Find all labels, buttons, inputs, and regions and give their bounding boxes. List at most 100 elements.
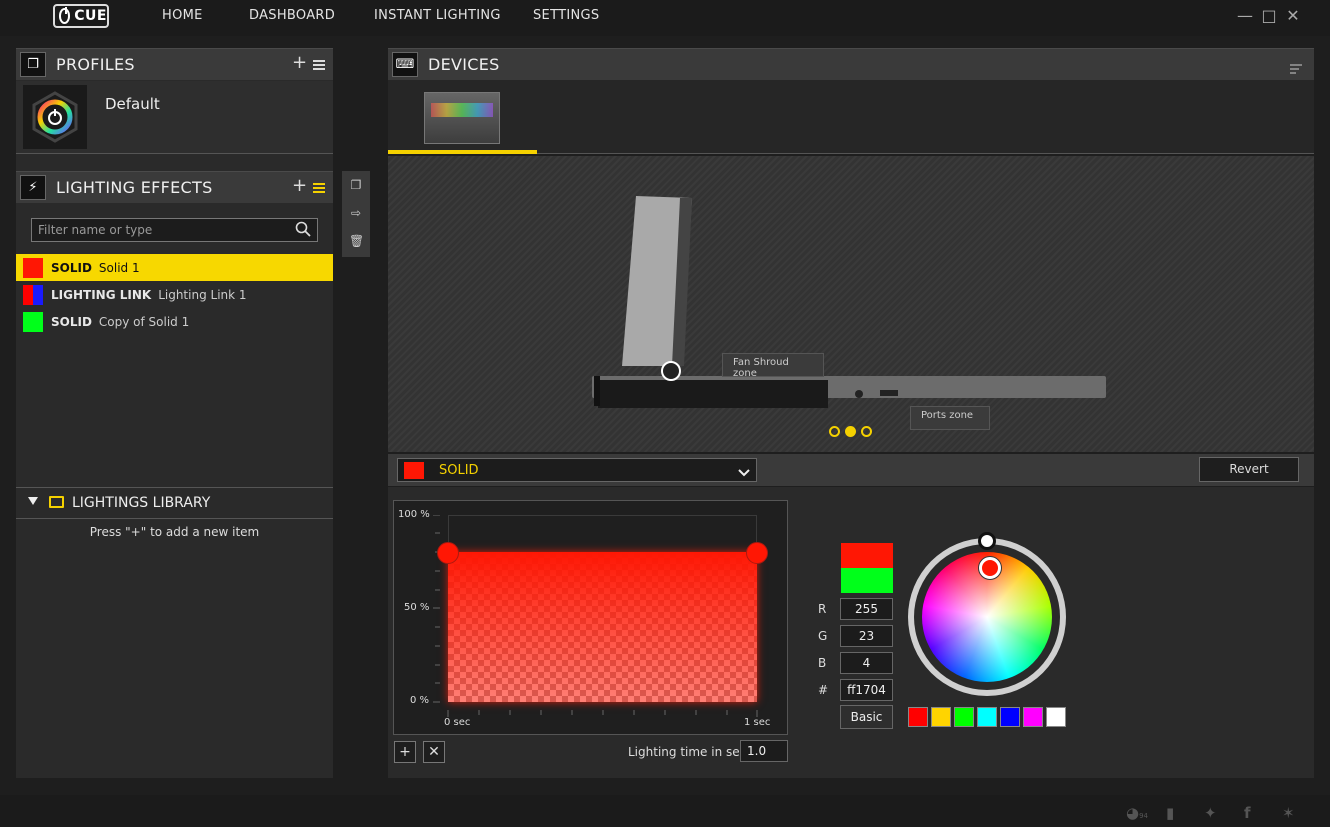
new-color-swatch (841, 543, 893, 568)
remove-point-button[interactable]: ✕ (423, 741, 445, 763)
revert-button[interactable]: Revert (1199, 457, 1299, 482)
preset-white[interactable] (1046, 707, 1066, 727)
graph-handle-start[interactable] (437, 542, 459, 564)
nav-instant-lighting[interactable]: INSTANT LIGHTING (374, 8, 501, 23)
logo-text: CUE (74, 8, 107, 24)
device-tab-indicator (388, 150, 537, 154)
effect-name: Lighting Link 1 (158, 287, 247, 302)
search-icon[interactable] (295, 221, 311, 237)
add-point-button[interactable]: + (394, 741, 416, 763)
basic-button[interactable]: Basic (840, 705, 893, 729)
profiles-title: PROFILES (56, 55, 135, 74)
devices-title: DEVICES (428, 55, 500, 74)
preset-green[interactable] (954, 707, 974, 727)
hex-label: # (818, 683, 829, 697)
y-label-0: 0 % (410, 695, 430, 706)
effect-color-swatch (404, 461, 424, 479)
library-header[interactable]: LIGHTINGS LIBRARY (16, 487, 333, 519)
lighting-effects-header: ⚡ LIGHTING EFFECTS + (16, 171, 333, 203)
lightning-icon: ⚡ (20, 175, 46, 200)
profiles-icon: ❐ (20, 52, 46, 77)
effect-item-lighting-link-1[interactable]: LIGHTING LINK Lighting Link 1 (16, 281, 333, 308)
filter-input[interactable]: Filter name or type (31, 218, 318, 242)
cue-logo[interactable]: CUE (53, 4, 109, 28)
lighting-effects-title: LIGHTING EFFECTS (56, 178, 213, 197)
devices-header: ⌨ DEVICES (388, 48, 1314, 80)
left-column (16, 48, 333, 778)
keyboard-icon: ⌨ (392, 52, 418, 77)
minimize-icon[interactable]: — (1236, 6, 1254, 26)
effect-type-select[interactable]: SOLID (397, 458, 757, 482)
effect-type-value: SOLID (439, 462, 479, 478)
preset-cyan[interactable] (977, 707, 997, 727)
laptop-side-view (592, 196, 1106, 408)
zone-label-ports[interactable]: Ports zone (910, 406, 990, 430)
device-strip (388, 80, 1314, 154)
page-dot-2[interactable] (845, 426, 856, 437)
b-input[interactable]: 4 (840, 652, 893, 674)
effect-color-swatch (23, 311, 43, 332)
r-label: R (818, 602, 827, 616)
power-icon (59, 7, 71, 24)
corsair-icon[interactable]: ✶ (1282, 804, 1295, 822)
collapse-triangle-icon[interactable] (28, 497, 38, 505)
performance-icon[interactable]: ◕94 (1126, 804, 1148, 822)
page-dot-3[interactable] (861, 426, 872, 437)
preset-magenta[interactable] (1023, 707, 1043, 727)
chevron-down-icon (738, 463, 750, 482)
y-label-50: 50 % (404, 602, 430, 613)
page-dot-1[interactable] (829, 426, 840, 437)
r-input[interactable]: 255 (840, 598, 893, 620)
preset-blue[interactable] (1000, 707, 1020, 727)
close-icon[interactable]: ✕ (1284, 6, 1302, 26)
devices-menu-icon[interactable] (1290, 59, 1302, 74)
nav-settings[interactable]: SETTINGS (533, 8, 599, 23)
effect-item-copy-of-solid-1[interactable]: SOLID Copy of Solid 1 (16, 308, 333, 335)
effect-color-swatch (23, 284, 43, 305)
profiles-menu-icon[interactable] (313, 60, 325, 70)
chat-icon[interactable]: ▮ (1166, 804, 1174, 822)
preset-yellow[interactable] (931, 707, 951, 727)
effect-type: LIGHTING LINK (51, 287, 152, 302)
profiles-header: ❐ PROFILES + (16, 48, 333, 80)
nav-home[interactable]: HOME (162, 8, 203, 23)
effect-name: Solid 1 (98, 260, 140, 275)
add-profile-button[interactable]: + (292, 52, 307, 73)
old-color-swatch[interactable] (841, 568, 893, 593)
zone-label-fan-shroud[interactable]: Fan Shroud zone (722, 353, 824, 379)
lighting-time-input[interactable]: 1.0 (740, 740, 788, 762)
maximize-icon[interactable]: □ (1260, 6, 1278, 26)
effect-item-solid-1[interactable]: SOLID Solid 1 (16, 254, 333, 281)
effect-type: SOLID (51, 314, 92, 329)
performance-badge: 94 (1139, 812, 1149, 820)
effect-type: SOLID (51, 260, 92, 275)
lighting-time-label: Lighting time in sec (628, 745, 747, 759)
g-input[interactable]: 23 (840, 625, 893, 647)
g-label: G (818, 629, 828, 643)
add-effect-button[interactable]: + (292, 175, 307, 196)
facebook-icon[interactable]: f (1244, 804, 1251, 822)
folder-icon (49, 496, 64, 508)
twitter-icon[interactable]: ✦ (1204, 804, 1217, 822)
profile-item[interactable]: Default (16, 81, 333, 154)
filter-placeholder: Filter name or type (38, 223, 153, 237)
effect-tools: ❐ ⇨ 🗑 (342, 171, 370, 257)
library-title: LIGHTINGS LIBRARY (72, 495, 211, 511)
trash-icon[interactable]: 🗑 (349, 234, 364, 248)
copy-icon[interactable]: ❐ (349, 178, 363, 192)
nav-dashboard[interactable]: DASHBOARD (249, 8, 335, 23)
effect-color-swatch (23, 257, 43, 278)
device-thumbnail-laptop[interactable] (424, 92, 500, 144)
profile-name: Default (105, 95, 160, 113)
color-picker-knob[interactable] (979, 557, 1001, 579)
preset-red[interactable] (908, 707, 928, 727)
brightness-fill (448, 552, 757, 702)
profile-avatar (23, 85, 87, 149)
hex-input[interactable]: ff1704 (840, 679, 893, 701)
brightness-slider-knob[interactable] (978, 532, 996, 550)
y-label-100: 100 % (398, 509, 430, 520)
import-icon[interactable]: ⇨ (349, 206, 363, 220)
b-label: B (818, 656, 827, 670)
effects-menu-icon[interactable] (313, 183, 325, 193)
graph-handle-end[interactable] (746, 542, 768, 564)
